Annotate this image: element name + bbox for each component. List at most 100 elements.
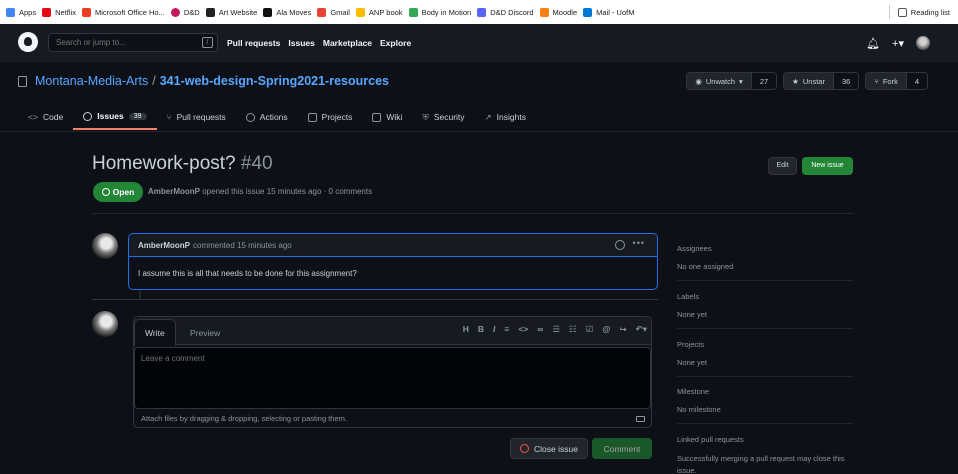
sidebar-assignees[interactable]: Assignees No one assigned (677, 244, 853, 281)
linked-prs-heading: Linked pull requests (677, 435, 744, 444)
star-icon: ★ (792, 76, 799, 86)
outlook-icon (583, 7, 593, 17)
bell-icon[interactable]: 🔔︎ (866, 37, 880, 50)
reference-icon[interactable]: ↪ (619, 324, 626, 335)
markdown-icon (636, 416, 645, 422)
milestone-value: No milestone (677, 405, 721, 414)
issue-meta: AmberMoonP opened this issue 15 minutes … (148, 187, 373, 196)
discord-icon (477, 7, 487, 17)
sidebar-labels[interactable]: Labels None yet (677, 292, 853, 329)
apps-icon (6, 7, 15, 17)
tab-wiki[interactable]: Wiki (362, 104, 412, 130)
bookmarks-bar: Apps Netflix Microsoft Office Ho... D&D … (0, 0, 958, 24)
heading-icon[interactable]: H (463, 324, 469, 335)
tab-security[interactable]: ⛨ Security (412, 104, 474, 130)
repo-name-link[interactable]: 341-web-design-Spring2021-resources (160, 74, 389, 88)
bookmark-netflix[interactable]: Netflix (42, 0, 82, 24)
comment-author-link[interactable]: AmberMoonP (138, 241, 190, 250)
nav-explore[interactable]: Explore (380, 38, 411, 48)
bookmark-dnd-discord[interactable]: D&D Discord (477, 0, 539, 24)
nav-pull-requests[interactable]: Pull requests (227, 38, 280, 48)
tab-insights[interactable]: ↗ Insights (475, 104, 536, 130)
fork-button[interactable]: ⑂ Fork 4 (865, 72, 928, 90)
comment-timestamp: commented 15 minutes ago (193, 240, 292, 250)
avatar[interactable] (92, 311, 118, 337)
nav-marketplace[interactable]: Marketplace (323, 38, 372, 48)
bookmark-mail-uofm[interactable]: Mail - UofM (583, 0, 640, 24)
tab-preview[interactable]: Preview (180, 319, 230, 346)
attach-files[interactable]: Attach files by dragging & dropping, sel… (134, 411, 651, 427)
bookmark-ala-moves[interactable]: Ala Moves (263, 0, 317, 24)
bookmark-body-in-motion[interactable]: Body in Motion (408, 0, 478, 24)
star-button[interactable]: ★ Unstar 36 (783, 72, 860, 90)
fork-icon: ⑂ (874, 76, 879, 86)
labels-value: None yet (677, 310, 708, 319)
drive-icon (408, 7, 418, 17)
bulleted-list-icon[interactable]: ☰ (552, 324, 560, 335)
fork-count[interactable]: 4 (905, 73, 927, 89)
italic-icon[interactable]: I (493, 324, 495, 335)
code-icon: <> (28, 112, 38, 122)
comment-button[interactable]: Comment (592, 438, 652, 459)
repo-owner-link[interactable]: Montana-Media-Arts (35, 74, 148, 88)
milestone-heading: Milestone (677, 387, 710, 396)
reply-icon[interactable]: ↶▾ (636, 324, 647, 335)
sidebar-milestone[interactable]: Milestone No milestone (677, 387, 853, 424)
bookmark-microsoft-office[interactable]: Microsoft Office Ho... (81, 0, 171, 24)
task-list-icon[interactable]: ☑ (586, 324, 594, 335)
sidebar-linked-prs[interactable]: Linked pull requests Successfully mergin… (677, 435, 853, 474)
watch-button[interactable]: ◉ Unwatch ▾ 27 (686, 72, 778, 90)
tab-pull-requests[interactable]: ⑂ Pull requests (157, 104, 236, 130)
tab-write[interactable]: Write (134, 319, 176, 346)
avatar[interactable] (92, 233, 118, 259)
issue-author-link[interactable]: AmberMoonP (148, 187, 200, 196)
tabs-divider (0, 131, 958, 132)
quote-icon[interactable]: ≡ (504, 324, 509, 335)
kebab-menu-icon[interactable]: ••• (633, 238, 645, 248)
bookmark-apps[interactable]: Apps (6, 0, 42, 24)
book-icon (372, 112, 382, 122)
repo-tabs: <> Code Issues 39 ⑂ Pull requests Actions P… (18, 104, 948, 132)
mention-icon[interactable]: @ (602, 324, 610, 335)
close-issue-button[interactable]: Close issue (510, 438, 588, 459)
gmail-icon (317, 7, 327, 17)
issues-count-badge: 39 (128, 112, 147, 120)
bookmark-moodle[interactable]: Moodle (539, 0, 584, 24)
bookmark-anp-book[interactable]: ANP book (355, 0, 409, 24)
bookmark-dnd[interactable]: D&D (170, 0, 206, 24)
office-icon (81, 7, 91, 17)
moodle-icon (539, 7, 549, 17)
search-input[interactable] (48, 33, 218, 52)
sidebar-projects[interactable]: Projects None yet (677, 340, 853, 377)
tab-issues[interactable]: Issues 39 (73, 104, 157, 130)
link-icon[interactable]: ∞ (537, 324, 543, 335)
issue-open-icon (101, 188, 110, 196)
projects-value: None yet (677, 358, 708, 367)
comment-textarea[interactable] (134, 347, 651, 409)
star-count[interactable]: 36 (832, 73, 859, 89)
numbered-list-icon[interactable]: ☷ (569, 324, 577, 335)
reading-list[interactable]: Reading list (888, 0, 950, 24)
avatar[interactable] (916, 36, 930, 50)
plus-dropdown-icon[interactable]: +▾ (892, 37, 904, 50)
slash-shortcut-icon: / (202, 37, 213, 48)
edit-button[interactable]: Edit (768, 157, 797, 175)
new-issue-button[interactable]: New issue (802, 157, 853, 175)
linked-prs-value: Successfully merging a pull request may … (677, 454, 845, 474)
tab-code[interactable]: <> Code (18, 104, 73, 130)
bookmark-gmail[interactable]: Gmail (317, 0, 356, 24)
github-logo-icon[interactable] (18, 32, 38, 52)
code-icon[interactable]: <> (518, 324, 528, 335)
bookmark-art-website[interactable]: Art Website (205, 0, 264, 24)
bold-icon[interactable]: B (478, 324, 484, 335)
status-badge: Open (93, 182, 143, 202)
header-divider (92, 213, 854, 214)
header-nav: Pull requests Issues Marketplace Explore (227, 38, 411, 48)
emoji-reaction-icon[interactable] (615, 240, 625, 250)
nav-issues[interactable]: Issues (288, 38, 314, 48)
tab-projects[interactable]: Projects (298, 104, 363, 130)
watch-count[interactable]: 27 (750, 73, 777, 89)
tab-actions[interactable]: Actions (236, 104, 298, 130)
dnd-icon (170, 7, 180, 17)
comment-header: AmberMoonP commented 15 minutes ago ••• (129, 234, 657, 257)
